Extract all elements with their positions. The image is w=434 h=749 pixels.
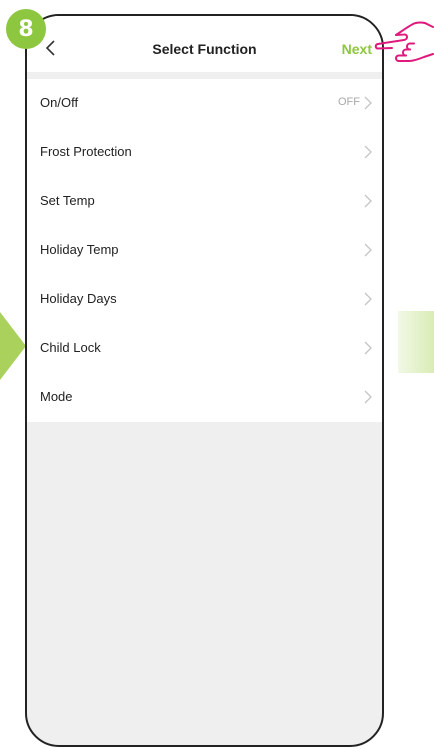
function-item-holiday-days[interactable]: Holiday Days bbox=[27, 275, 382, 324]
app-header: Select Function Next bbox=[27, 16, 382, 72]
function-item-frost-protection[interactable]: Frost Protection bbox=[27, 128, 382, 177]
function-label: Frost Protection bbox=[40, 144, 132, 159]
right-arrow-icon bbox=[398, 311, 434, 373]
function-item-mode[interactable]: Mode bbox=[27, 373, 382, 422]
function-item-holiday-temp[interactable]: Holiday Temp bbox=[27, 226, 382, 275]
function-label: Child Lock bbox=[40, 340, 101, 355]
next-button[interactable]: Next bbox=[342, 41, 372, 57]
page-title: Select Function bbox=[152, 41, 257, 57]
function-item-on-off[interactable]: On/Off OFF bbox=[27, 79, 382, 128]
function-list: On/Off OFF Frost Protection Set Temp Hol… bbox=[27, 79, 382, 422]
chevron-right-icon bbox=[364, 390, 372, 404]
chevron-right-icon bbox=[364, 145, 372, 159]
pointing-hand-icon bbox=[374, 21, 434, 62]
function-item-child-lock[interactable]: Child Lock bbox=[27, 324, 382, 373]
chevron-right-icon bbox=[364, 96, 372, 110]
function-label: Set Temp bbox=[40, 193, 95, 208]
function-item-set-temp[interactable]: Set Temp bbox=[27, 177, 382, 226]
function-label: Holiday Days bbox=[40, 291, 117, 306]
function-label: On/Off bbox=[40, 95, 79, 110]
function-value: OFF bbox=[338, 96, 360, 108]
function-label: Mode bbox=[40, 389, 73, 404]
chevron-right-icon bbox=[364, 341, 372, 355]
chevron-right-icon bbox=[364, 194, 372, 208]
phone-frame: Select Function Next On/Off OFF Frost Pr… bbox=[25, 14, 384, 747]
step-number-badge: 8 bbox=[6, 9, 46, 49]
left-arrow-icon bbox=[0, 312, 26, 380]
chevron-right-icon bbox=[364, 243, 372, 257]
chevron-right-icon bbox=[364, 292, 372, 306]
function-label: Holiday Temp bbox=[40, 242, 119, 257]
